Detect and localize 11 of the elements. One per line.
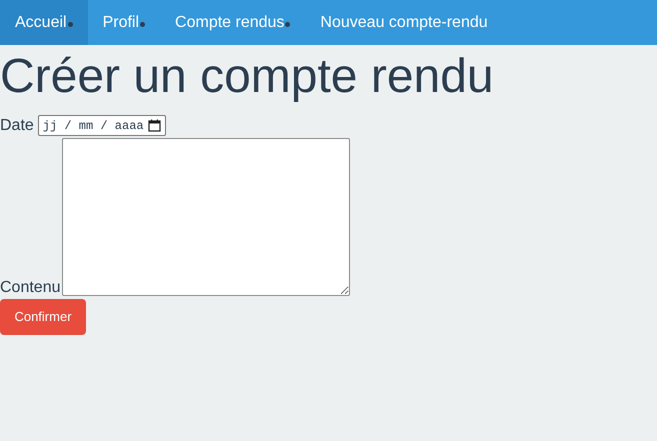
confirm-button[interactable]: Confirmer	[0, 298, 86, 335]
date-field[interactable]: jj / mm / aaaa	[38, 115, 166, 136]
calendar-icon	[148, 119, 161, 132]
nav-link[interactable]: Compte rendus	[160, 0, 306, 45]
content-field[interactable]	[62, 138, 350, 296]
date-label: Date	[0, 116, 34, 136]
page-title: Créer un compte rendu	[0, 49, 495, 105]
nav-link[interactable]: Profil	[88, 0, 160, 45]
content-label: Contenu	[0, 280, 60, 296]
nav-link[interactable]: Nouveau compte-rendu	[305, 0, 503, 45]
nav-link[interactable]: Accueil	[0, 0, 88, 45]
